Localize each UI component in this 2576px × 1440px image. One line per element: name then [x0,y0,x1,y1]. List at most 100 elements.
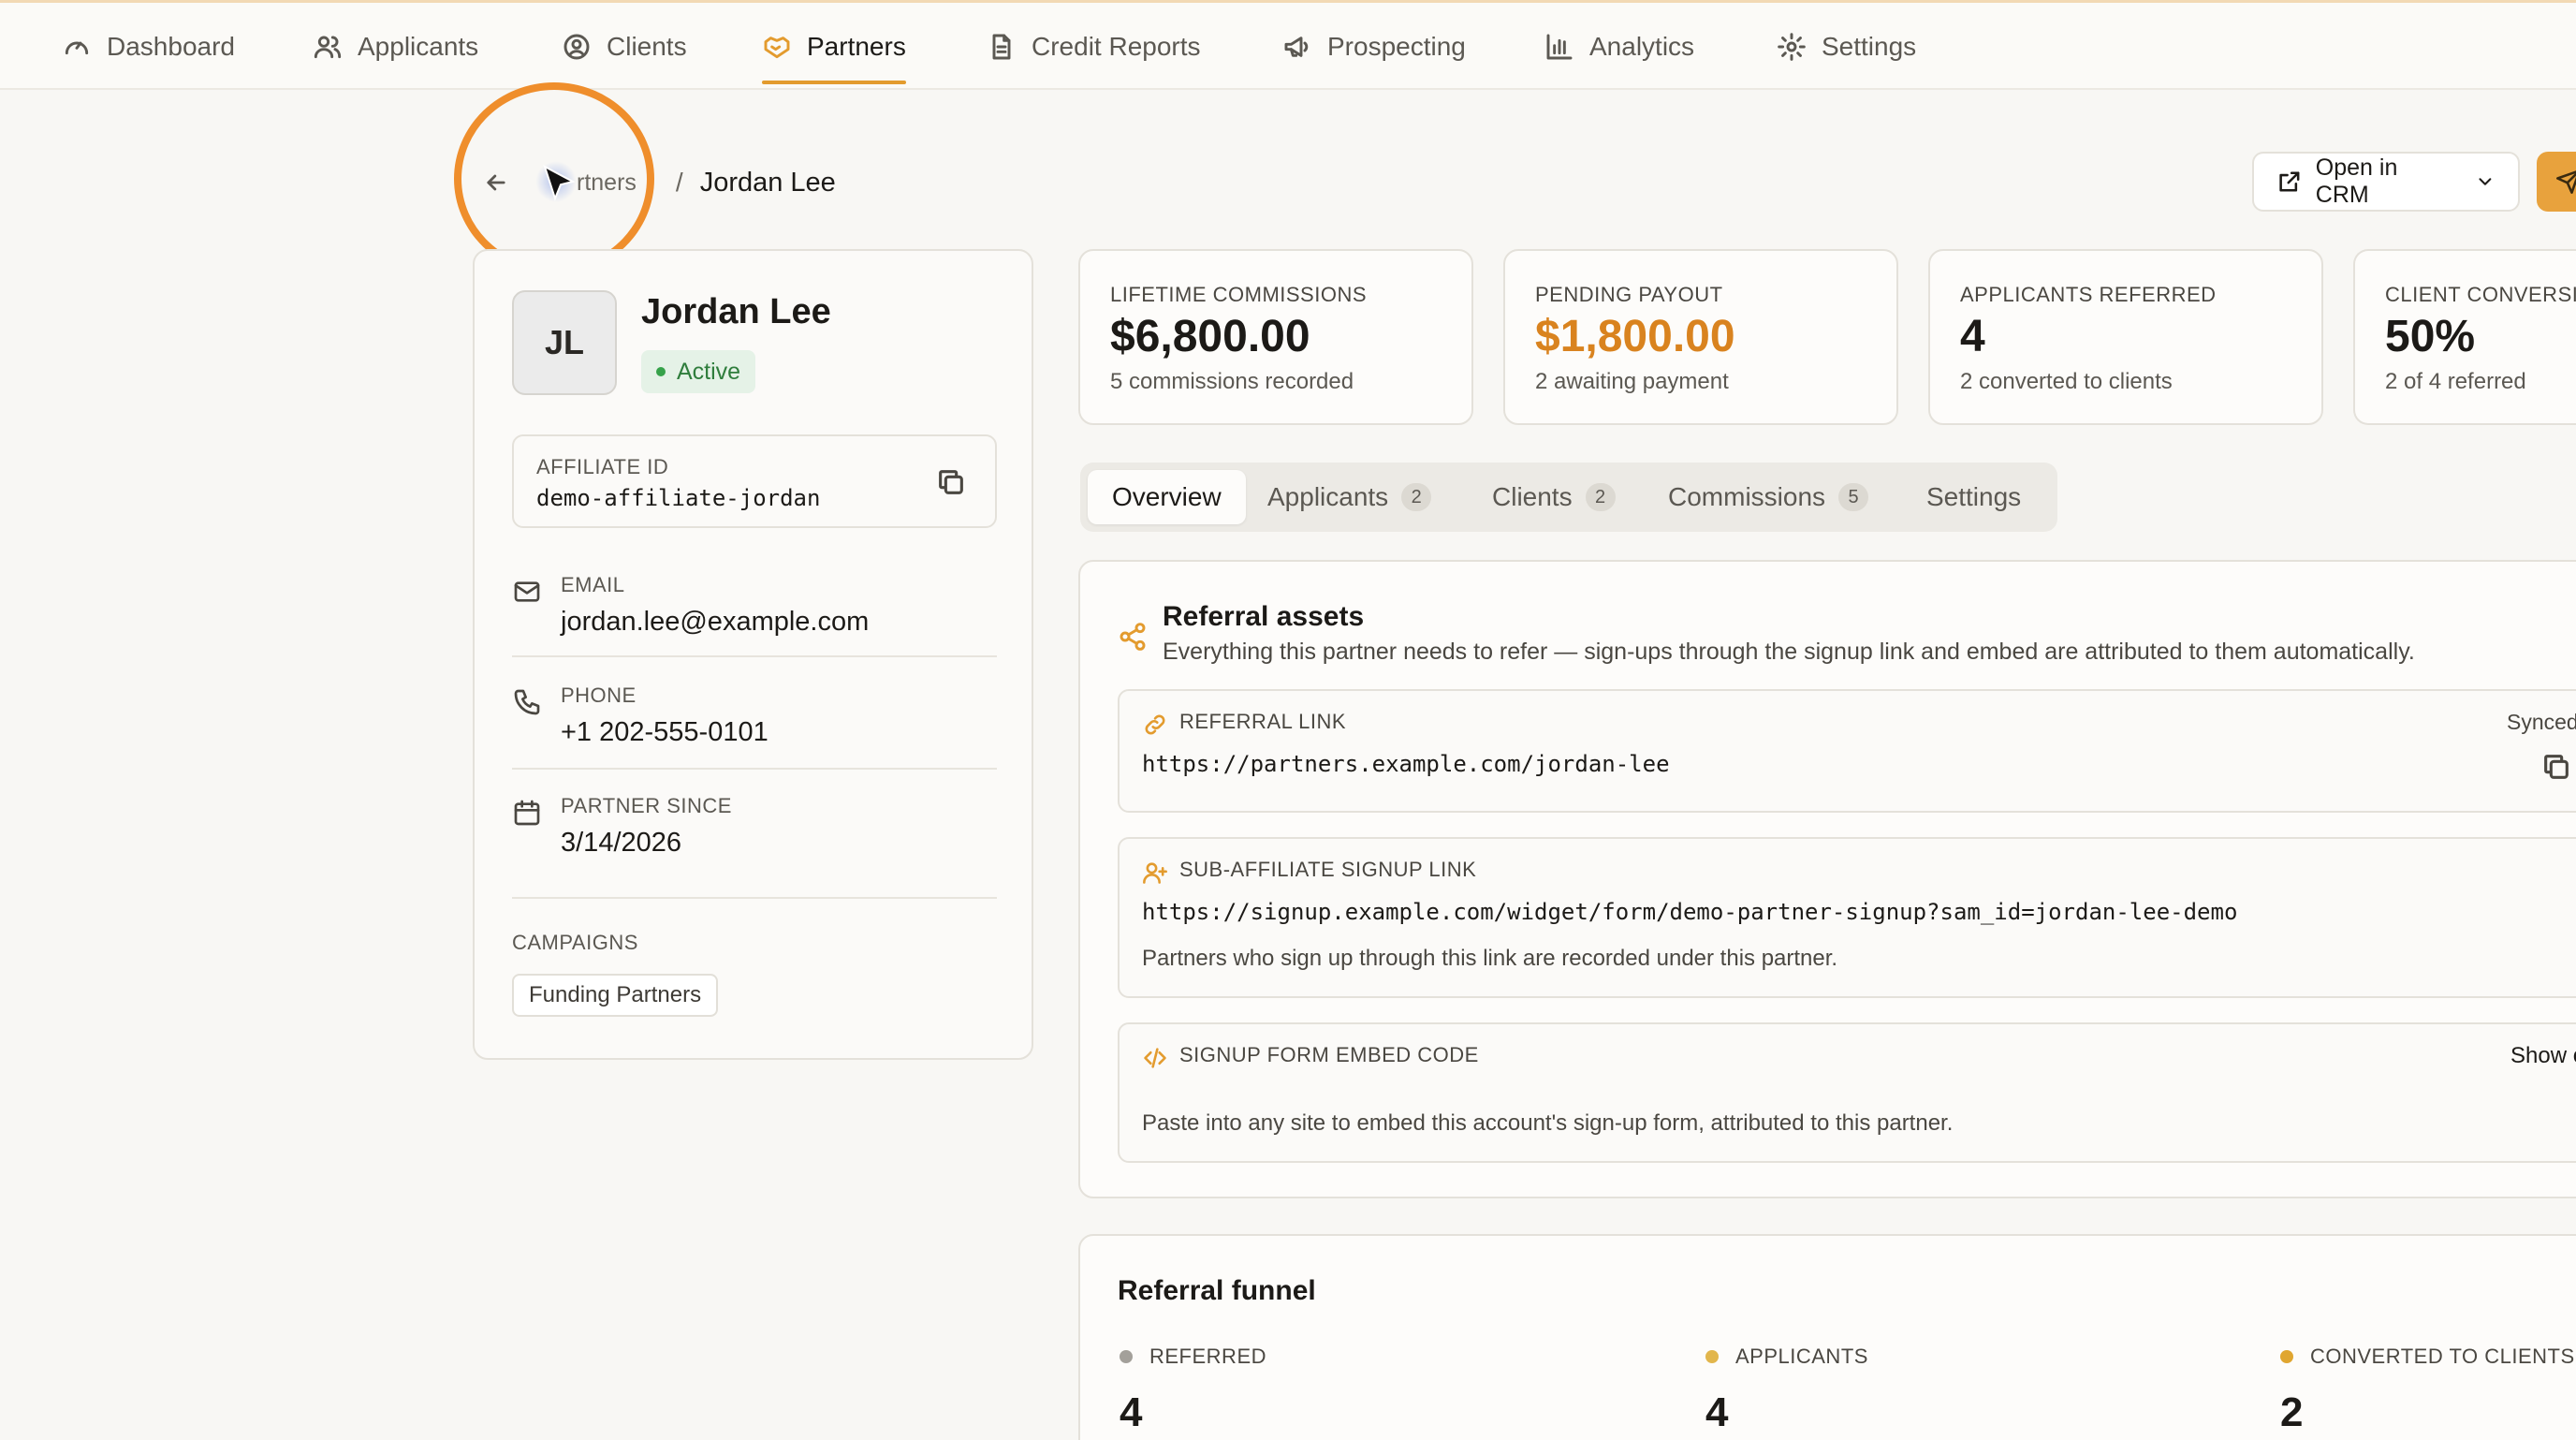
nav-label: Credit Reports [1032,31,1201,61]
stat-value: 4 [1960,312,1985,361]
partner-profile-card: JL Jordan Lee Active AFFILIATE ID demo-a… [473,249,1033,1060]
nav-item-credit-reports[interactable]: Credit Reports [987,3,1201,90]
affiliate-id-value: demo-affiliate-jordan [536,485,821,511]
tab-commissions[interactable]: Commissions 5 [1668,470,1869,524]
external-link-icon [2279,171,2300,192]
affiliate-id-box: AFFILIATE ID demo-affiliate-jordan [512,434,997,528]
nav-item-clients[interactable]: Clients [562,3,687,90]
tab-applicants[interactable]: Applicants 2 [1267,470,1432,524]
nav-item-analytics[interactable]: Analytics [1544,3,1694,90]
user-circle-icon [564,34,590,59]
tab-count-badge: 2 [1401,483,1432,511]
referral-link-label: REFERRAL LINK [1179,710,1347,733]
open-in-crm-label: Open in CRM [2315,154,2398,208]
back-button[interactable] [477,164,515,201]
email-value[interactable]: jordan.lee@example.com [561,607,869,638]
nav-item-settings[interactable]: Settings [1777,3,1916,90]
code-icon [1144,1048,1166,1068]
stat-subtext: 2 converted to clients [1960,369,2173,394]
tab-count-badge: 5 [1838,483,1869,511]
affiliate-id-label: AFFILIATE ID [536,455,669,478]
nav-label: Partners [807,31,906,61]
open-in-crm-button[interactable]: Open in CRM [2252,152,2520,212]
calendar-icon [514,800,540,826]
stage-dot [1120,1350,1133,1363]
referral-link-value[interactable]: https://partners.example.com/jordan-lee [1142,751,1670,777]
campaign-chip[interactable]: Funding Partners [512,974,719,1017]
copy-icon [2544,755,2569,779]
email-label: EMAIL [561,573,625,596]
breadcrumb: rtners / Jordan Lee [477,159,836,206]
top-navigation: Dashboard Applicants Clients Partners Cr… [0,0,2576,90]
status-badge: Active [641,350,756,393]
tab-count-badge: 2 [1585,483,1616,511]
tab-overview[interactable]: Overview [1088,470,1246,524]
stat-label: LIFETIME COMMISSIONS [1110,283,1368,306]
stat-subtext: 2 awaiting payment [1535,369,1729,394]
tab-clients[interactable]: Clients 2 [1492,470,1616,524]
tab-bar: Overview Applicants 2 Clients 2 Commissi… [1080,463,2057,532]
nav-label: Analytics [1589,31,1695,61]
nav-label: Clients [607,31,687,61]
gear-icon [1778,32,1806,61]
stat-label: APPLICANTS REFERRED [1960,283,2217,306]
copy-affiliate-id-button[interactable] [935,466,967,498]
avatar: JL [512,290,617,395]
tab-label: Overview [1112,482,1222,511]
bar-chart-icon [1546,34,1573,59]
funnel-stage-applicants: APPLICANTS 4 [1705,1344,1868,1436]
status-dot [656,367,666,376]
stat-card-applicants-referred: APPLICANTS REFERRED 4 2 converted to cli… [1928,249,2323,425]
show-code-button[interactable]: Show code [2510,1043,2576,1069]
divider [512,768,997,770]
tab-label: Clients [1492,482,1573,511]
signup-link-value[interactable]: https://signup.example.com/widget/form/d… [1142,899,2237,925]
nav-label: Applicants [358,31,479,61]
tab-settings[interactable]: Settings [1926,470,2021,524]
stat-card-lifetime-commissions: LIFETIME COMMISSIONS $6,800.00 5 commiss… [1078,249,1473,425]
breadcrumb-partners-link[interactable]: rtners [577,169,637,197]
nav-item-partners[interactable]: Partners [762,3,906,90]
copy-referral-link-button[interactable] [2540,751,2572,783]
referral-funnel-title: Referral funnel [1118,1275,1316,1306]
link-icon [1145,714,1165,735]
stage-value: 4 [1120,1389,1143,1435]
stat-value: $1,800.00 [1535,312,1735,361]
stat-card-pending-payout: PENDING PAYOUT $1,800.00 2 awaiting paym… [1503,249,1898,425]
nav-item-prospecting[interactable]: Prospecting [1282,3,1466,90]
status-label: Active [677,358,741,385]
funnel-stage-referred: REFERRED 4 [1120,1344,1266,1436]
nav-item-applicants[interactable]: Applicants [313,3,478,90]
stage-dot [1705,1350,1719,1363]
nav-label: Prospecting [1327,31,1466,61]
nav-item-dashboard[interactable]: Dashboard [62,3,235,90]
tab-label: Commissions [1668,482,1826,511]
stage-label: REFERRED [1149,1344,1267,1368]
funnel-stage-converted: CONVERTED TO CLIENTS 2 [2280,1344,2575,1436]
stage-label: APPLICANTS [1735,1344,1868,1368]
copy-icon [939,470,963,494]
embed-code-label: SIGNUP FORM EMBED CODE [1179,1043,1479,1066]
partner-name: Jordan Lee [641,292,831,331]
signup-link-box: SUB-AFFILIATE SIGNUP LINK https://signup… [1118,837,2576,998]
embed-code-note: Paste into any site to embed this accoun… [1142,1110,1954,1136]
referral-assets-card: Referral assets Everything this partner … [1078,560,2576,1198]
gauge-icon [65,41,89,54]
send-icon [2556,170,2576,194]
referral-assets-description: Everything this partner needs to refer —… [1163,639,2415,665]
signup-link-note: Partners who sign up through this link a… [1142,946,1838,971]
phone-value[interactable]: +1 202-555-0101 [561,717,768,748]
arrow-left-icon [487,174,505,191]
share-icon [1120,623,1146,651]
stat-label: PENDING PAYOUT [1535,283,1723,306]
document-icon [992,34,1011,59]
referral-funnel-card: Referral funnel REFERRED 4 APPLICANTS 4 … [1078,1234,2576,1440]
stat-subtext: 2 of 4 referred [2385,369,2526,394]
partner-since-label: PARTNER SINCE [561,794,732,817]
referral-assets-title: Referral assets [1163,601,1365,632]
users-icon [314,36,342,58]
user-plus-icon [1143,862,1167,884]
mail-icon [514,581,540,602]
send-button[interactable] [2537,152,2576,212]
sync-status: Synced [2507,710,2576,734]
